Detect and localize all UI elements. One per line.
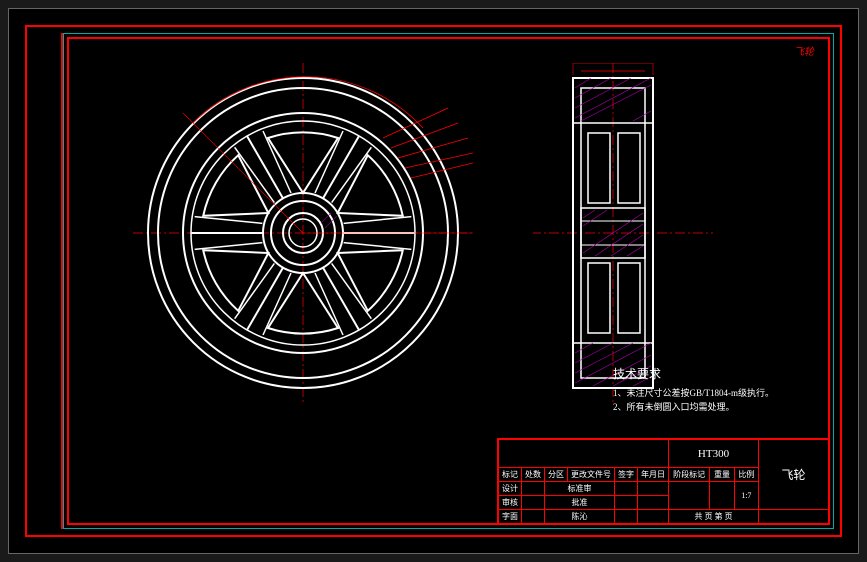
front-view [133,63,473,403]
tb-approver: 批准 [545,496,615,510]
spoke-win-2 [618,133,640,203]
tb-date1: 年月日 [638,468,669,482]
tb-e11 [638,510,669,524]
dim-arc-angle [193,77,423,128]
tech-req-line1: 1、未注尺寸公差按GB/T1804-m级执行。 [613,387,774,401]
title-block: HT300 飞轮 标记 处数 分区 更改文件号 签字 年月日 阶段标记 重量 比… [497,438,830,525]
tech-req-line2: 2、所有未倒圆入口均需处理。 [613,401,774,415]
tb-e9 [522,510,545,524]
drawing-area: 飞轮 [13,13,854,549]
tb-design: 设计 [499,482,522,496]
tb-division: 分区 [545,468,568,482]
tb-e12 [759,510,829,524]
tb-empty-upper [499,440,669,468]
binding-margin [33,33,63,529]
tb-e8 [638,496,669,510]
flywheel-front-svg [133,63,473,403]
tb-e3 [638,482,669,496]
tb-e4 [669,482,710,510]
tb-partname: 飞轮 [759,440,829,510]
tb-designer: 标准审 [545,482,615,496]
tb-approve: 审核 [499,496,522,510]
tb-e10 [615,510,638,524]
tb-sign1: 签字 [615,468,638,482]
tb-sheet: 共 页 第 页 [669,510,759,524]
tb-material: HT300 [669,440,759,468]
tb-e5 [710,482,734,510]
tb-e2 [615,482,638,496]
title-block-table: HT300 飞轮 标记 处数 分区 更改文件号 签字 年月日 阶段标记 重量 比… [498,439,829,524]
tb-lit1: 字面 [499,510,522,524]
flywheel-side-svg [533,63,713,403]
outer-frame: 飞轮 [8,8,859,554]
watermark: 飞轮 [794,43,814,58]
tech-req-title: 技术要求 [613,365,774,383]
tb-scale: 比例 [734,468,758,482]
tb-lit3: 陈沁 [545,510,615,524]
tb-e6 [522,496,545,510]
tb-zone: 处数 [522,468,545,482]
tb-weight: 重量 [710,468,734,482]
tb-e1 [522,482,545,496]
side-view [533,63,693,403]
tech-requirements: 技术要求 1、未注尺寸公差按GB/T1804-m级执行。 2、所有未倒圆入口均需… [613,365,774,414]
spoke-win-1 [588,133,610,203]
tb-change: 更改文件号 [568,468,615,482]
tb-e7 [615,496,638,510]
spoke-win-4 [618,263,640,333]
tb-mark: 标记 [499,468,522,482]
tb-scaleval: 1:7 [734,482,758,510]
spoke-win-3 [588,263,610,333]
tb-stage: 阶段标记 [669,468,710,482]
